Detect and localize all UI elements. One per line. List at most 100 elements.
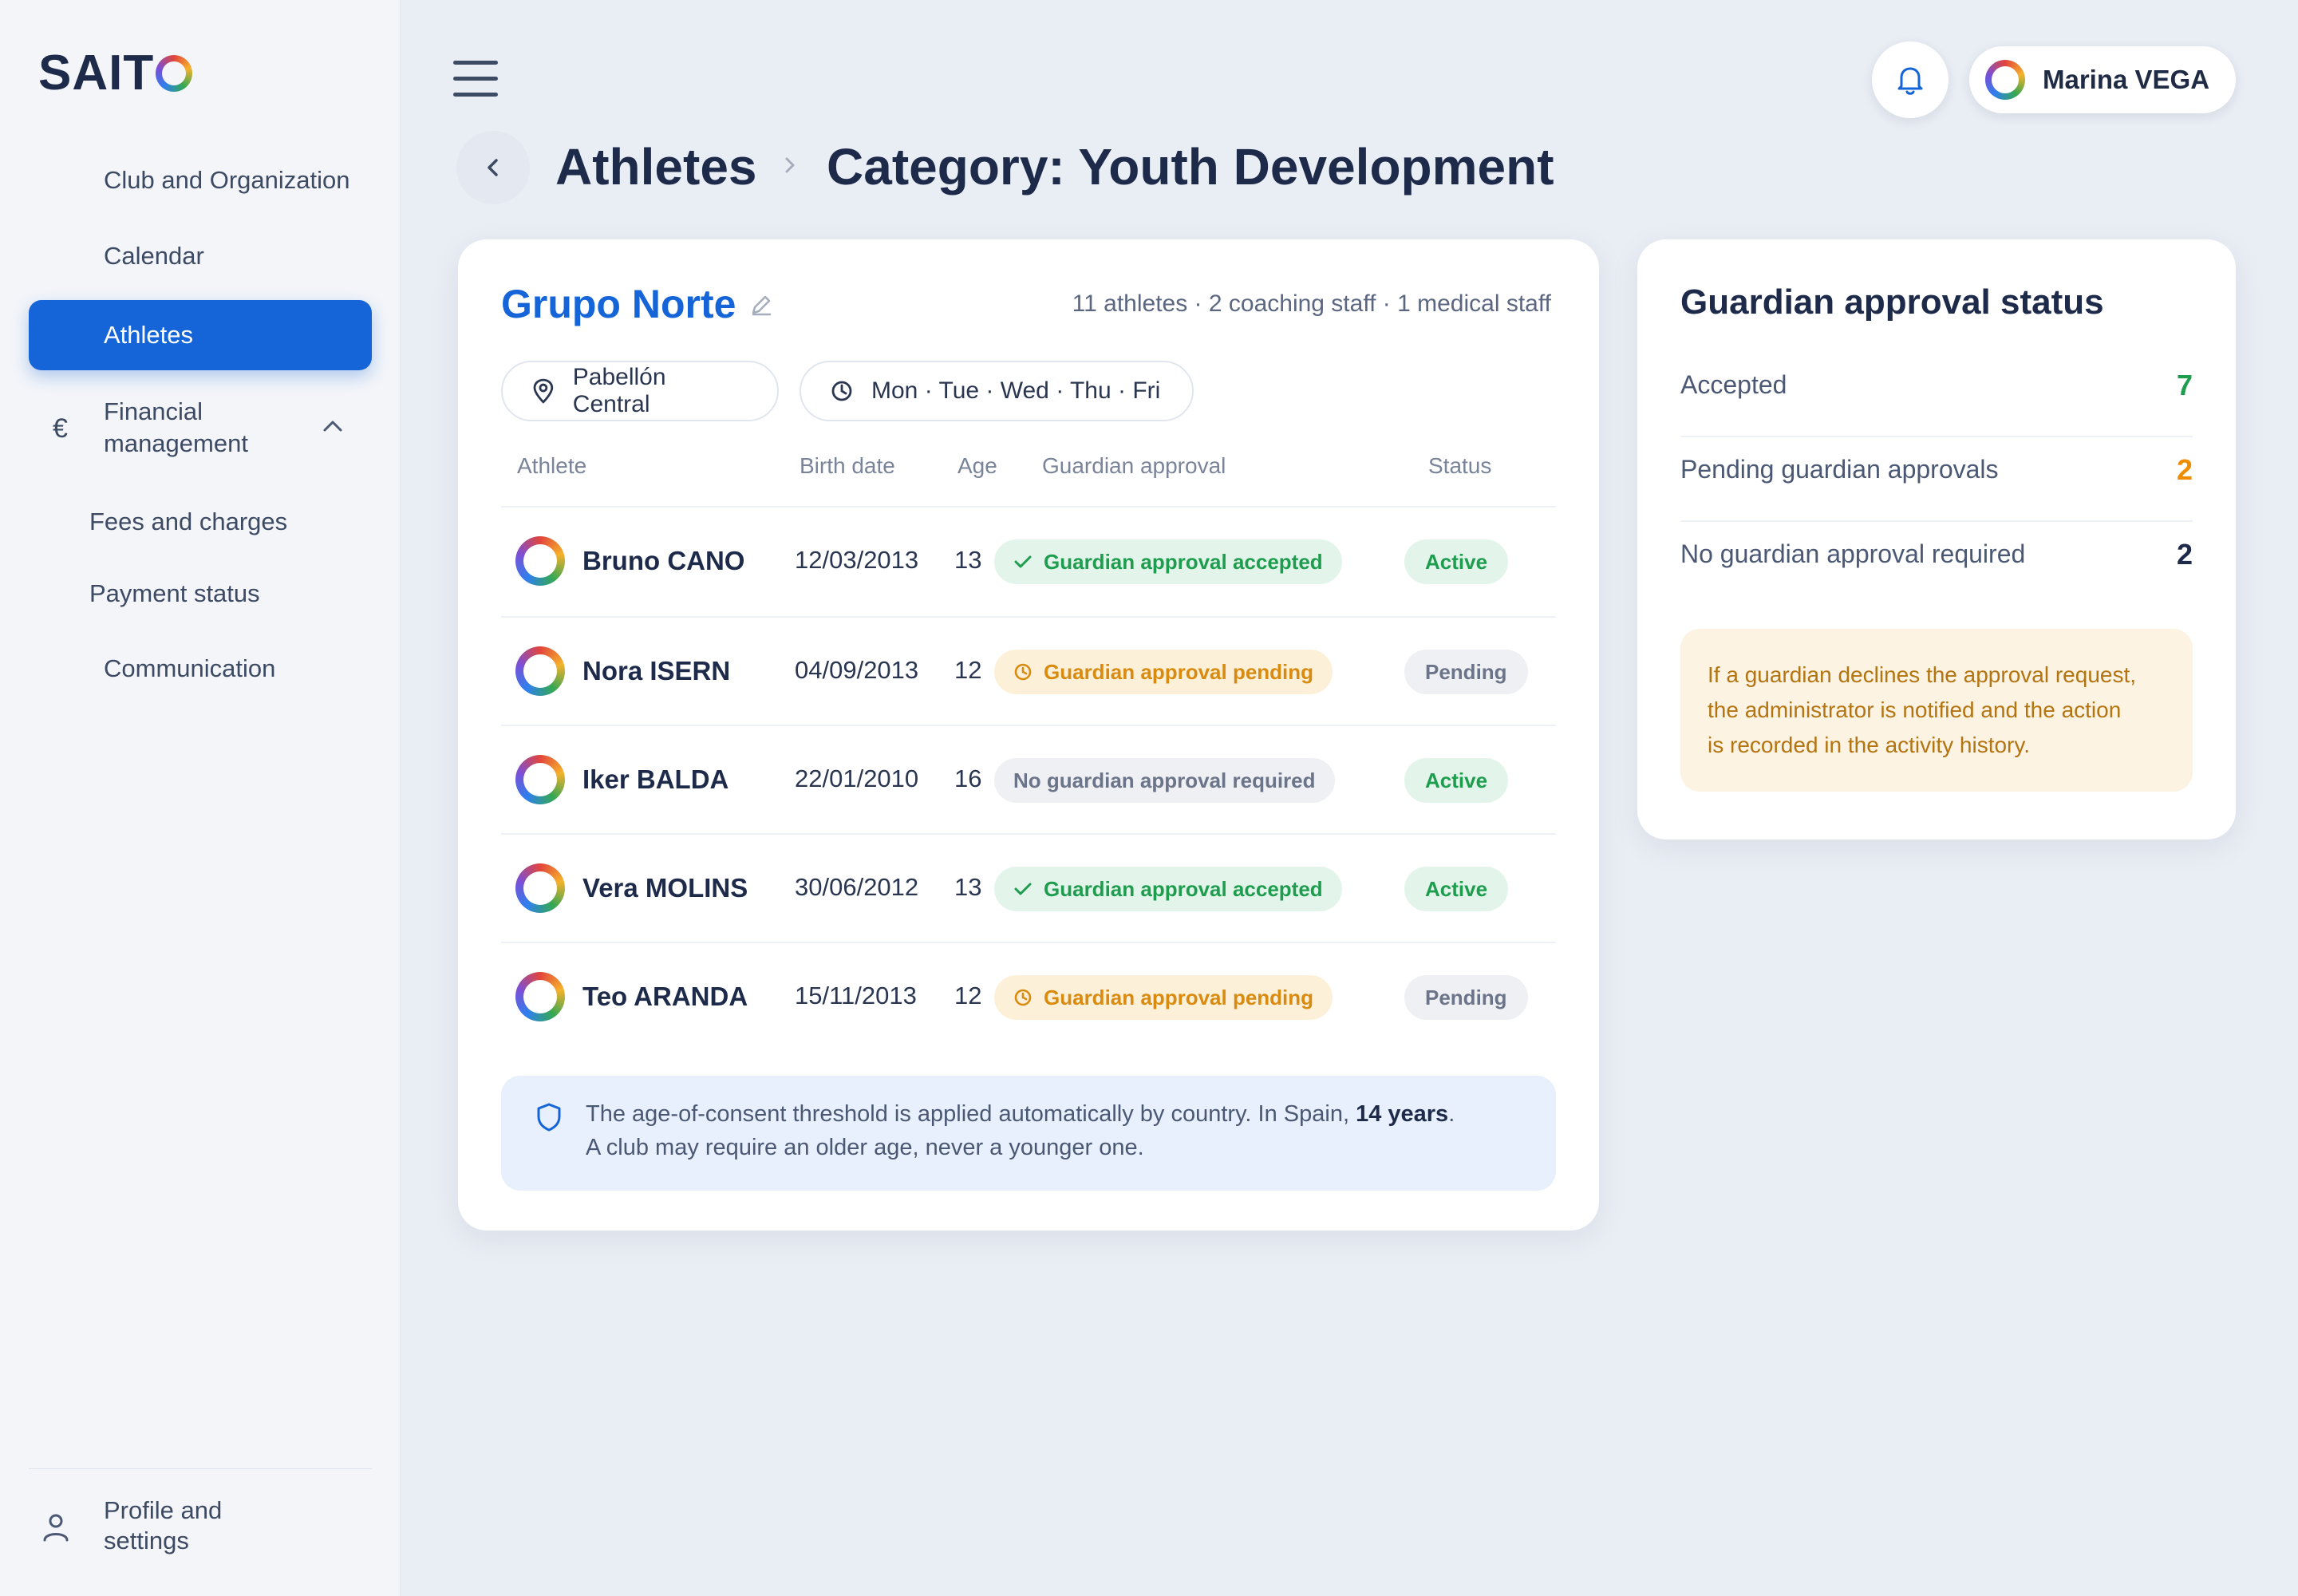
birth-date: 04/09/2013 <box>795 656 919 684</box>
logo-text: SAIT <box>38 45 155 101</box>
check-icon <box>1014 555 1032 568</box>
column-header-guardian-approval[interactable]: Guardian approval <box>1042 453 1226 479</box>
stat-value: 7 <box>2176 369 2193 401</box>
location-label: Pabellón Central <box>572 364 666 417</box>
profile-settings-link[interactable]: Profile and settings <box>41 1495 361 1559</box>
age-consent-notice: The age-of-consent threshold is applied … <box>501 1076 1556 1191</box>
guardian-approval-badge: Guardian approval accepted <box>994 539 1342 584</box>
stat-value: 2 <box>2176 453 2193 486</box>
column-header-birth-date[interactable]: Birth date <box>800 453 895 479</box>
bell-icon <box>1897 67 1923 95</box>
table-row[interactable]: Vera MOLINS 30/06/2012 13 Guardian appro… <box>501 835 1556 942</box>
stat-label: Accepted <box>1680 370 1787 399</box>
stat-value: 2 <box>2176 538 2193 571</box>
hamburger-icon[interactable] <box>453 61 498 97</box>
guardian-approval-badge: Guardian approval pending <box>994 975 1333 1020</box>
page-title: Category: Youth Development <box>827 138 1554 196</box>
location-chip[interactable]: Pabellón Central <box>501 361 779 421</box>
guardian-approval-badge: Guardian approval accepted <box>994 867 1342 911</box>
age: 12 <box>954 982 982 1009</box>
birth-date: 22/01/2010 <box>795 764 919 792</box>
map-pin-icon <box>533 378 554 404</box>
stat-not-required: No guardian approval required 2 <box>1680 514 2193 597</box>
status-badge: Active <box>1404 867 1509 911</box>
table-row[interactable]: Nora ISERN 04/09/2013 12 Guardian approv… <box>501 618 1556 725</box>
clock-icon <box>831 381 852 401</box>
shield-icon <box>537 1103 561 1132</box>
notice-text: The age-of-consent threshold is applied … <box>586 1101 1455 1127</box>
sidebar: SAIT Club and Organization Calendar Athl… <box>0 0 401 1596</box>
guardian-approval-badge: Guardian approval pending <box>994 650 1333 694</box>
avatar <box>515 755 565 804</box>
column-header-status[interactable]: Status <box>1428 453 1491 479</box>
logo[interactable]: SAIT <box>38 45 193 101</box>
user-name: Marina VEGA <box>2043 65 2210 94</box>
notifications-button[interactable] <box>1872 41 1949 118</box>
athlete-name: Teo ARANDA <box>582 982 748 1011</box>
avatar <box>515 536 565 586</box>
sidebar-item-label: Athletes <box>104 321 194 349</box>
sidebar-item-fees-charges[interactable]: Fees and charges <box>89 508 287 536</box>
schedule-chip[interactable]: Mon · Tue · Wed · Thu · Fri <box>800 361 1194 421</box>
status-badge: Pending <box>1404 650 1528 694</box>
stat-pending: Pending guardian approvals 2 <box>1680 429 2193 512</box>
athlete-name: Nora ISERN <box>582 656 731 685</box>
group-card: Grupo Norte 11 athletes · 2 coaching sta… <box>458 239 1599 1231</box>
birth-date: 12/03/2013 <box>795 546 919 574</box>
euro-icon: € <box>53 413 68 444</box>
age: 13 <box>954 546 982 574</box>
age: 13 <box>954 873 982 901</box>
avatar <box>1985 60 2025 100</box>
age: 16 <box>954 764 982 792</box>
check-icon <box>1014 883 1032 895</box>
athlete-name: Bruno CANO <box>582 546 745 575</box>
group-meta: 11 athletes · 2 coaching staff · 1 medic… <box>1072 290 1551 317</box>
sidebar-item-club-organization[interactable]: Club and Organization <box>104 166 349 195</box>
sidebar-item-communication[interactable]: Communication <box>104 654 275 683</box>
stat-label: No guardian approval required <box>1680 539 2026 568</box>
athlete-name: Iker BALDA <box>582 764 729 794</box>
logo-ring-icon <box>156 54 193 92</box>
status-badge: Pending <box>1404 975 1528 1020</box>
profile-label: Profile and settings <box>104 1496 223 1555</box>
person-icon <box>43 1514 69 1542</box>
sidebar-item-financial-management[interactable]: € Financial management <box>48 396 351 460</box>
age: 12 <box>954 656 982 684</box>
table-row[interactable]: Iker BALDA 22/01/2010 16 No guardian app… <box>501 726 1556 833</box>
avatar <box>515 863 565 913</box>
chevron-up-icon[interactable] <box>321 417 345 436</box>
status-badge: Active <box>1404 758 1509 803</box>
breadcrumb-athletes[interactable]: Athletes <box>555 137 757 196</box>
decline-warning: If a guardian declines the approval requ… <box>1680 629 2193 792</box>
sidebar-divider <box>29 1468 372 1469</box>
user-menu-button[interactable]: Marina VEGA <box>1969 46 2236 113</box>
sidebar-item-label: Financial management <box>104 397 248 457</box>
notice-threshold: 14 years <box>1356 1101 1449 1127</box>
back-button[interactable] <box>456 131 530 204</box>
clock-icon <box>1014 989 1032 1006</box>
sidebar-item-athletes[interactable]: Athletes <box>29 300 372 370</box>
avatar <box>515 972 565 1021</box>
chevron-right-icon <box>785 157 795 173</box>
athlete-name: Vera MOLINS <box>582 873 748 903</box>
schedule-label: Mon · Tue · Wed · Thu · Fri <box>871 377 1161 404</box>
table-row[interactable]: Bruno CANO 12/03/2013 13 Guardian approv… <box>501 508 1556 614</box>
column-header-athlete[interactable]: Athlete <box>517 453 586 479</box>
group-title: Grupo Norte <box>501 282 736 326</box>
chevron-left-icon <box>488 159 498 176</box>
stat-accepted: Accepted 7 <box>1680 345 2193 428</box>
table-row[interactable]: Teo ARANDA 15/11/2013 12 Guardian approv… <box>501 943 1556 1050</box>
column-header-age[interactable]: Age <box>958 453 997 479</box>
sidebar-item-payment-status[interactable]: Payment status <box>89 579 260 608</box>
avatar <box>515 646 565 696</box>
notice-text: A club may require an older age, never a… <box>586 1135 1144 1160</box>
status-badge: Active <box>1404 539 1509 584</box>
sidebar-item-calendar[interactable]: Calendar <box>104 242 204 271</box>
guardian-approval-status-card: Guardian approval status Accepted 7 Pend… <box>1637 239 2236 839</box>
guardian-approval-badge: No guardian approval required <box>994 758 1335 803</box>
birth-date: 30/06/2012 <box>795 873 919 901</box>
pencil-icon[interactable] <box>748 292 774 318</box>
card-title: Guardian approval status <box>1680 282 2104 322</box>
birth-date: 15/11/2013 <box>795 982 917 1009</box>
clock-icon <box>1014 663 1032 681</box>
